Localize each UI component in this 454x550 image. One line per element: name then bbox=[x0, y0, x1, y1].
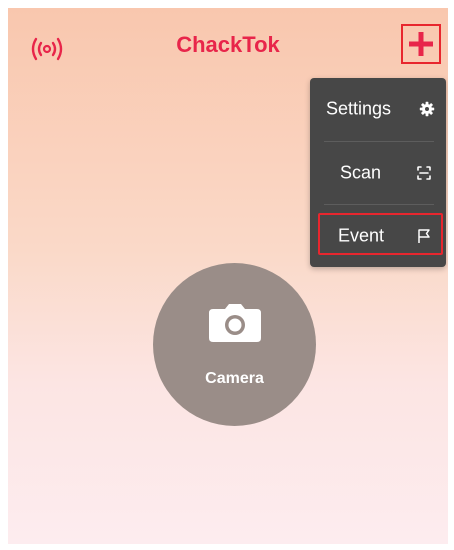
app-screen: ChackTok Settings Scan Event Camera bbox=[8, 8, 448, 544]
camera-button[interactable]: Camera bbox=[153, 263, 316, 426]
menu-item-label: Settings bbox=[326, 98, 392, 119]
overflow-menu: Settings Scan Event bbox=[310, 78, 446, 267]
menu-item-event[interactable]: Event bbox=[310, 205, 446, 267]
menu-item-label: Scan bbox=[340, 162, 382, 183]
app-title: ChackTok bbox=[176, 32, 280, 57]
menu-item-label: Event bbox=[338, 225, 385, 246]
plus-icon bbox=[409, 32, 433, 56]
scan-icon bbox=[417, 166, 431, 180]
menu-item-settings[interactable]: Settings bbox=[310, 78, 446, 140]
menu-item-scan[interactable]: Scan bbox=[310, 142, 446, 204]
add-button[interactable] bbox=[401, 24, 441, 64]
app-header: ChackTok bbox=[8, 8, 448, 88]
flag-icon bbox=[418, 229, 430, 243]
camera-label: Camera bbox=[205, 370, 264, 387]
camera-icon bbox=[209, 304, 261, 342]
gear-icon bbox=[419, 101, 435, 117]
